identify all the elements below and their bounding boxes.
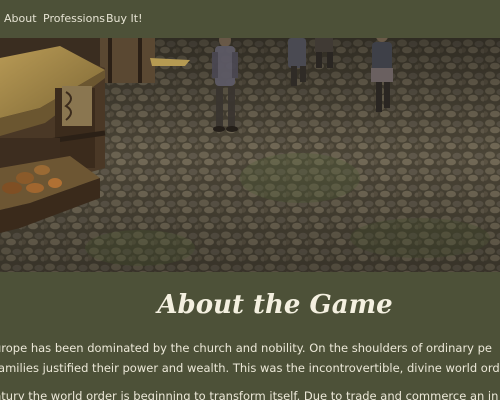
top-navigation: About Professions Buy It! <box>0 0 500 38</box>
nav-link-buy-it[interactable]: Buy It! <box>106 12 143 25</box>
paragraph-2-line-1: ntury the world order is beginning to tr… <box>0 389 499 400</box>
nav-link-professions[interactable]: Professions <box>43 12 105 25</box>
hero-scene-image <box>0 38 500 272</box>
about-section: About the Game urope has been dominated … <box>0 272 500 400</box>
paragraph-1-line-1: urope has been dominated by the church a… <box>0 341 493 355</box>
paragraph-1-line-2: families justified their power and wealt… <box>0 361 500 375</box>
about-paragraph-1: urope has been dominated by the church a… <box>0 338 500 378</box>
about-paragraph-2: ntury the world order is beginning to tr… <box>0 386 498 400</box>
nav-link-about[interactable]: About <box>4 12 37 25</box>
page: About Professions Buy It! About the Game… <box>0 0 500 400</box>
about-title: About the Game <box>157 290 393 320</box>
hero-game-screenshot <box>0 38 500 272</box>
